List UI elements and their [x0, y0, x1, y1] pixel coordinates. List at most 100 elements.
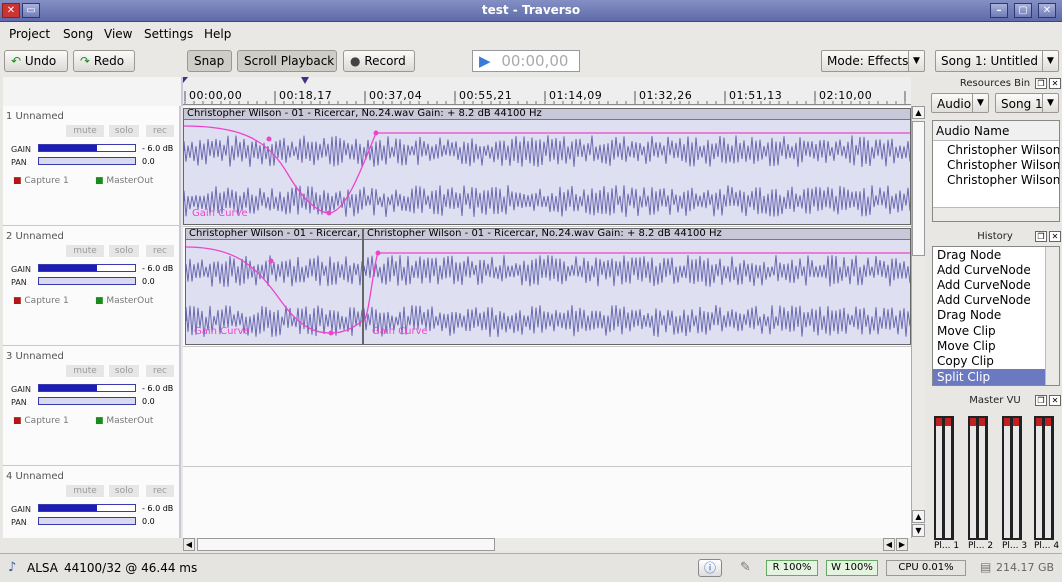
snap-button[interactable]: Snap [187, 50, 232, 72]
audio-clip[interactable]: Christopher Wilson - 01 - Ricercar, No.2… [183, 108, 911, 225]
minimize-icon[interactable]: – [990, 3, 1008, 18]
history-item[interactable]: Move Clip [937, 339, 996, 353]
pan-slider[interactable] [38, 397, 136, 405]
undo-button[interactable]: ↶ Undo [4, 50, 68, 72]
mode-select[interactable]: Mode: Effects ▼ [821, 50, 925, 72]
audio-clip[interactable]: Christopher Wilson - 01 - Ricercar, No.2… [363, 228, 911, 345]
rec-button[interactable]: rec [146, 125, 174, 137]
close-panel-icon[interactable]: ✕ [1049, 395, 1061, 406]
timeline-ruler[interactable]: 00:00,00 00:18,17 00:37,04 00:55,21 01:1… [183, 77, 911, 105]
window-menu-icon[interactable]: ▭ [22, 3, 40, 18]
resources-list[interactable]: Audio Name Christopher Wilson - Christop… [932, 120, 1060, 222]
output-port[interactable]: ■ MasterOut [95, 176, 153, 186]
vu-meter [934, 416, 954, 540]
menu-help[interactable]: Help [204, 27, 231, 41]
vu-meter-right [979, 418, 985, 538]
gain-slider[interactable] [38, 264, 136, 272]
solo-button[interactable]: solo [109, 125, 139, 137]
gain-slider[interactable] [38, 384, 136, 392]
float-panel-icon[interactable]: ❐ [1035, 395, 1047, 406]
mute-button[interactable]: mute [66, 365, 104, 377]
history-item[interactable]: Drag Node [937, 308, 1001, 322]
rec-button[interactable]: rec [146, 485, 174, 497]
info-icon[interactable]: ⓘ [698, 559, 722, 577]
history-item[interactable]: Drag Node [937, 248, 1001, 262]
output-port[interactable]: ■ MasterOut [95, 416, 153, 426]
resource-item[interactable]: Christopher Wilson - [947, 143, 1059, 157]
track-header[interactable]: 4 Unnamed mute solo rec GAIN - 6.0 dB PA… [3, 466, 181, 538]
history-list[interactable]: Drag Node Add CurveNode Add CurveNode Ad… [932, 246, 1060, 386]
close-panel-icon[interactable]: ✕ [1049, 231, 1061, 242]
horizontal-scrollbar[interactable]: ◀ ◀ ▶ [183, 538, 911, 551]
menu-settings[interactable]: Settings [144, 27, 193, 41]
history-item[interactable]: Copy Clip [937, 354, 994, 368]
float-panel-icon[interactable]: ❐ [1035, 231, 1047, 242]
input-port[interactable]: ■ Capture 1 [13, 416, 69, 426]
song-select[interactable]: Song 1: Untitled ▼ [935, 50, 1059, 72]
pan-slider[interactable] [38, 517, 136, 525]
mute-button[interactable]: mute [66, 125, 104, 137]
scroll-thumb[interactable] [912, 121, 925, 256]
record-button[interactable]: ● Record [343, 50, 415, 72]
scroll-right-icon[interactable]: ▶ [896, 538, 908, 551]
input-port[interactable]: ■ Capture 1 [13, 176, 69, 186]
app-menu-icon[interactable]: ✕ [2, 3, 20, 18]
menu-song[interactable]: Song [63, 27, 93, 41]
history-item[interactable]: Move Clip [937, 324, 996, 338]
gain-slider[interactable] [38, 504, 136, 512]
timeline-tick: 01:14,09 [549, 89, 603, 102]
close-panel-icon[interactable]: ✕ [1049, 78, 1061, 89]
scroll-thumb[interactable] [197, 538, 495, 551]
gain-label: GAIN [11, 385, 32, 394]
solo-button[interactable]: solo [109, 485, 139, 497]
track-name[interactable]: 4 Unnamed [6, 471, 64, 482]
track-name[interactable]: 3 Unnamed [6, 351, 64, 362]
mute-button[interactable]: mute [66, 245, 104, 257]
maximize-icon[interactable]: ▢ [1014, 3, 1032, 18]
resources-hscroll[interactable] [933, 207, 1059, 221]
driver-name[interactable]: ALSA [27, 561, 58, 575]
history-vscroll[interactable] [1045, 247, 1059, 385]
scroll-up-icon[interactable]: ▲ [912, 106, 925, 119]
menu-project[interactable]: Project [9, 27, 50, 41]
scroll-playback-button[interactable]: Scroll Playback [237, 50, 337, 72]
track-name[interactable]: 2 Unnamed [6, 231, 64, 242]
output-port[interactable]: ■ MasterOut [95, 296, 153, 306]
play-icon[interactable]: ▶ [479, 52, 491, 70]
solo-button[interactable]: solo [109, 245, 139, 257]
status-bar: ♪ ALSA 44100/32 @ 46.44 ms ⓘ ✎ R 100% W … [0, 553, 1062, 582]
rec-button[interactable]: rec [146, 245, 174, 257]
history-item[interactable]: Add CurveNode [937, 293, 1031, 307]
clip-area[interactable]: Christopher Wilson - 01 - Ricercar, No.2… [183, 106, 911, 538]
resource-item[interactable]: Christopher Wilson - [947, 173, 1059, 187]
input-port[interactable]: ■ Capture 1 [13, 296, 69, 306]
mute-button[interactable]: mute [66, 485, 104, 497]
redo-button[interactable]: ↷ Redo [73, 50, 135, 72]
rec-button[interactable]: rec [146, 365, 174, 377]
vertical-scrollbar[interactable]: ▲ ▲ ▼ [911, 106, 925, 538]
scroll-up-icon[interactable]: ▲ [912, 510, 925, 523]
track-header[interactable]: 2 Unnamed mute solo rec GAIN - 6.0 dB PA… [3, 226, 181, 346]
history-item[interactable]: Add CurveNode [937, 263, 1031, 277]
track-name[interactable]: 1 Unnamed [6, 111, 64, 122]
menu-view[interactable]: View [104, 27, 132, 41]
track-header[interactable]: 1 Unnamed mute solo rec GAIN - 6.0 dB PA… [3, 106, 181, 226]
resource-type-select[interactable]: Audio ▼ [931, 93, 989, 113]
gain-slider[interactable] [38, 144, 136, 152]
track-header[interactable]: 3 Unnamed mute solo rec GAIN - 6.0 dB PA… [3, 346, 181, 466]
solo-button[interactable]: solo [109, 365, 139, 377]
resource-song-select[interactable]: Song 1 ▼ [995, 93, 1059, 113]
pan-slider[interactable] [38, 277, 136, 285]
audio-name-header[interactable]: Audio Name [933, 121, 1059, 141]
close-icon[interactable]: ✕ [1038, 3, 1056, 18]
pan-slider[interactable] [38, 157, 136, 165]
scroll-down-icon[interactable]: ▼ [912, 524, 925, 537]
float-panel-icon[interactable]: ❐ [1035, 78, 1047, 89]
history-item-selected[interactable]: Split Clip [937, 370, 990, 384]
history-item[interactable]: Add CurveNode [937, 278, 1031, 292]
resource-item[interactable]: Christopher Wilson - [947, 158, 1059, 172]
vu-label: Pl... 4 [1034, 541, 1060, 551]
audio-clip[interactable]: Christopher Wilson - 01 - Ricercar, Gain… [185, 228, 363, 345]
scroll-left-icon[interactable]: ◀ [883, 538, 895, 551]
scroll-left-icon[interactable]: ◀ [183, 538, 195, 551]
